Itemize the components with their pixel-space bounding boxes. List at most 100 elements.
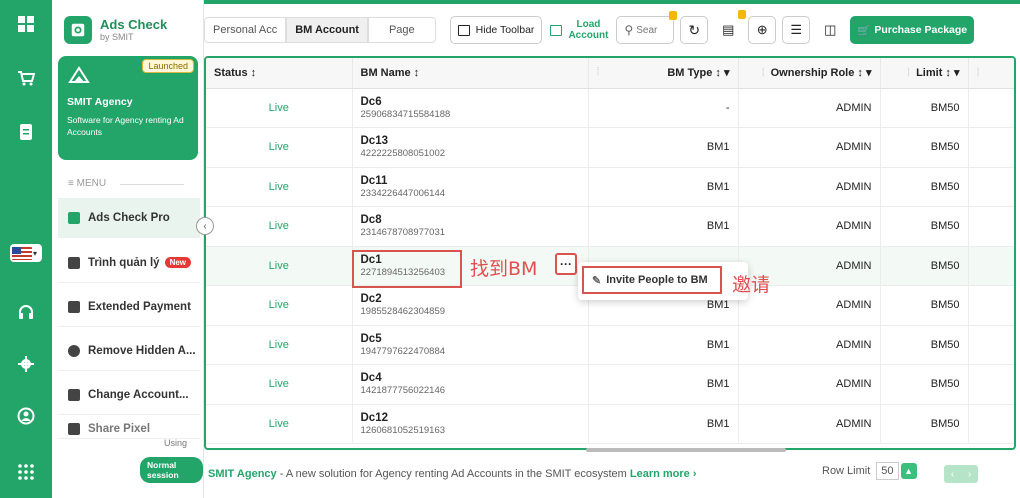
search-input[interactable] bbox=[636, 24, 667, 36]
search-box[interactable]: ⚲ bbox=[616, 11, 678, 44]
pixel-icon bbox=[68, 422, 80, 435]
language-flag-icon[interactable]: ▾ bbox=[10, 244, 42, 262]
collapse-sidebar-button[interactable]: ‹ bbox=[196, 217, 214, 235]
bm-id: 2334226447006144 bbox=[360, 187, 446, 199]
col-bm-type[interactable]: ⁞ BM Type ↕ ▾ bbox=[588, 58, 739, 89]
invite-people-to-bm-item[interactable]: ✎ Invite People to BM bbox=[582, 266, 722, 294]
row-limit-select[interactable]: 50 bbox=[876, 462, 899, 480]
cart-icon[interactable] bbox=[10, 62, 42, 94]
bm-name[interactable]: Dc11 bbox=[361, 175, 580, 187]
layout-icon: ◫ bbox=[824, 22, 837, 37]
menu-label: Change Account... bbox=[88, 388, 189, 401]
bm-type-cell: BM1 bbox=[588, 206, 739, 247]
bm-id: 2314678708977031 bbox=[360, 227, 446, 239]
refresh-button[interactable]: ↻ bbox=[680, 16, 709, 44]
bm-name[interactable]: Dc12 bbox=[361, 412, 580, 424]
extra-cell bbox=[968, 404, 1014, 444]
chevron-up-icon[interactable]: ▲ bbox=[900, 463, 917, 479]
bm-name[interactable]: Dc2 bbox=[361, 293, 580, 305]
load-icon bbox=[550, 24, 563, 36]
footer-note: SMIT Agency - A new solution for Agency … bbox=[208, 468, 697, 480]
bm-name[interactable]: Dc8 bbox=[361, 214, 580, 226]
agency-card[interactable]: Launched SMIT Agency Software for Agency… bbox=[58, 56, 198, 160]
tab-bm-account[interactable]: BM Account bbox=[286, 17, 368, 43]
pagination[interactable]: ‹ › bbox=[944, 465, 978, 483]
headset-icon[interactable] bbox=[10, 296, 42, 328]
bm-name-cell: Dc12 1260681052519163 bbox=[352, 404, 589, 444]
brand-sub: by SMIT bbox=[100, 32, 134, 42]
bm-id: 1985528462304859 bbox=[360, 306, 446, 318]
cart-icon: 🛒 bbox=[857, 24, 871, 37]
table-row[interactable]: Live Dc5 1947797622470884 BM1 ADMIN BM50 bbox=[206, 325, 1014, 365]
col-role[interactable]: ⁞ Ownership Role ↕ ▾ bbox=[738, 58, 881, 89]
bm-name-cell: Dc2 1985528462304859 bbox=[352, 285, 589, 326]
brand[interactable]: Ads Check by SMIT bbox=[64, 16, 167, 44]
invite-annotation: 邀请 bbox=[732, 274, 771, 296]
table-row[interactable]: Live Dc6 25906834715584188- ADMIN BM50 bbox=[206, 88, 1014, 128]
user-icon[interactable] bbox=[10, 400, 42, 432]
purchase-package-button[interactable]: 🛒 Purchase Package bbox=[850, 16, 975, 44]
dashboard-icon[interactable] bbox=[10, 8, 42, 40]
status-cell: Live bbox=[206, 127, 353, 168]
menu-item-ads-check-pro[interactable]: Ads Check Pro bbox=[58, 198, 200, 238]
limit-cell: BM50 bbox=[880, 127, 969, 168]
zoom-button[interactable]: ⊕ bbox=[748, 16, 777, 44]
prev-page-icon[interactable]: ‹ bbox=[951, 469, 954, 480]
load-account-button[interactable]: Load Account bbox=[548, 16, 611, 44]
status-cell: Live bbox=[206, 404, 353, 444]
col-limit[interactable]: ⁞ Limit ↕ ▾ bbox=[880, 58, 969, 89]
tab-personal-account[interactable]: Personal Acc bbox=[204, 17, 287, 43]
menu-item-share-pixel[interactable]: Share Pixel bbox=[58, 419, 200, 439]
limit-cell: BM50 bbox=[880, 325, 969, 365]
hide-toolbar-button[interactable]: Hide Toolbar bbox=[449, 16, 543, 44]
horizontal-scrollbar[interactable] bbox=[586, 448, 786, 452]
gear-icon[interactable] bbox=[10, 348, 42, 380]
apps-grid-icon[interactable] bbox=[10, 456, 42, 488]
col-status[interactable]: Status ↕ bbox=[206, 58, 353, 89]
zoom-icon: ⊕ bbox=[756, 22, 768, 37]
limit-cell: BM50 bbox=[880, 364, 969, 405]
next-page-icon[interactable]: › bbox=[968, 469, 971, 480]
panel-icon bbox=[457, 24, 470, 36]
tab-page[interactable]: Page bbox=[367, 17, 436, 43]
bm-name[interactable]: Dc4 bbox=[361, 372, 580, 384]
layout-button[interactable]: ◫ bbox=[816, 16, 845, 44]
bm-name-cell: Dc5 1947797622470884 bbox=[352, 325, 589, 365]
notes-button[interactable]: ☰ bbox=[782, 16, 811, 44]
bm-name[interactable]: Dc5 bbox=[361, 333, 580, 345]
left-rail: ▾ bbox=[0, 0, 52, 498]
row-actions-menu: ✎ Invite People to BM bbox=[578, 262, 748, 300]
col-bm-type-label: BM Type ↕ ▾ bbox=[667, 67, 730, 80]
col-role-label: Ownership Role ↕ ▾ bbox=[770, 67, 872, 80]
table-row[interactable]: Live Dc11 2334226447006144 BM1 ADMIN BM50 bbox=[206, 167, 1014, 207]
status-cell: Live bbox=[206, 206, 353, 247]
table-row[interactable]: Live Dc4 1421877756022146 BM1 ADMIN BM50 bbox=[206, 364, 1014, 405]
chart-icon bbox=[68, 211, 80, 224]
menu-item-remove-hidden[interactable]: Remove Hidden A... bbox=[58, 331, 200, 371]
footer-agency: SMIT Agency bbox=[208, 468, 277, 480]
role-cell: ADMIN bbox=[738, 167, 881, 207]
col-bm-name[interactable]: BM Name ↕ bbox=[352, 58, 589, 89]
table-row[interactable]: Live Dc12 1260681052519163 BM1 ADMIN BM50 bbox=[206, 404, 1014, 444]
extra-cell bbox=[968, 325, 1014, 365]
col-extra[interactable]: ⁞ bbox=[968, 58, 1014, 89]
menu-item-manager[interactable]: Trình quản lý New bbox=[58, 243, 200, 283]
bm-name[interactable]: Dc6 bbox=[361, 96, 580, 108]
learn-more-link[interactable]: Learn more › bbox=[630, 468, 697, 480]
table-row[interactable]: Live Dc8 2314678708977031 BM1 ADMIN BM50 bbox=[206, 206, 1014, 247]
table-row[interactable]: Live Dc13 4222225808051002 BM1 ADMIN BM50 bbox=[206, 127, 1014, 168]
report-button[interactable]: ▤ bbox=[714, 10, 747, 44]
limit-cell: BM50 bbox=[880, 285, 969, 326]
document-icon[interactable] bbox=[10, 116, 42, 148]
menu-label: Extended Payment bbox=[88, 300, 191, 313]
pencil-icon: ✎ bbox=[592, 274, 602, 287]
bm-name[interactable]: Dc13 bbox=[361, 135, 580, 147]
menu-label: Ads Check Pro bbox=[88, 211, 170, 224]
menu-item-change-account[interactable]: Change Account... bbox=[58, 375, 200, 415]
new-badge: New bbox=[164, 257, 192, 268]
menu-item-extended-payment[interactable]: Extended Payment bbox=[58, 287, 200, 327]
session-badge[interactable]: Normal session bbox=[140, 457, 203, 483]
bm-name-cell: Dc8 2314678708977031 bbox=[352, 206, 589, 247]
more-actions-button[interactable]: ··· bbox=[555, 253, 577, 275]
extra-cell bbox=[968, 364, 1014, 405]
